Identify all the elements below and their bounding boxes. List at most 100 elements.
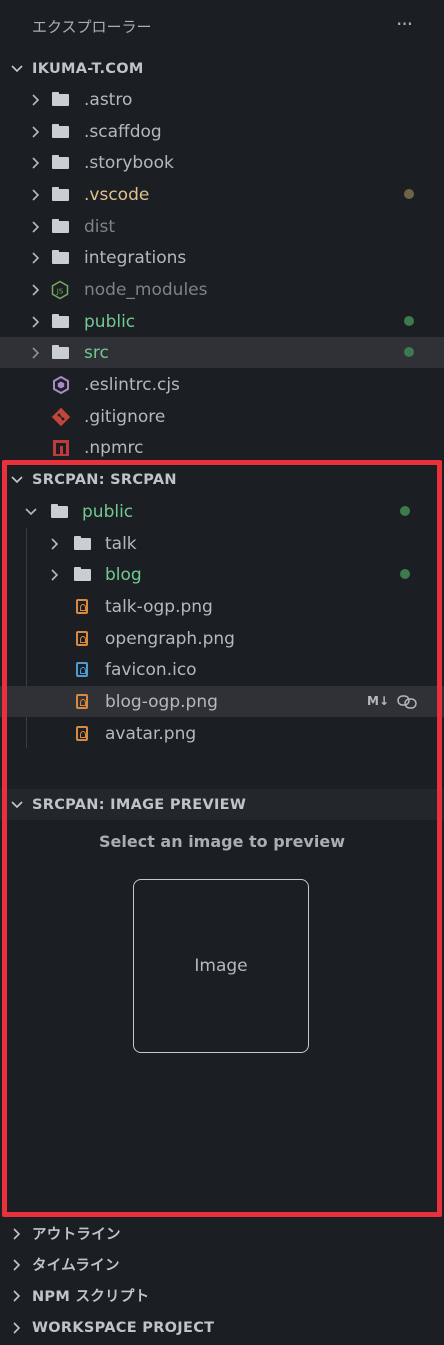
chevron-right-icon [48,537,62,551]
modified-dot-icon [404,189,414,199]
image-preview-header-label: SRCPAN: IMAGE PREVIEW [32,796,247,813]
folder-icon [51,504,68,518]
image-placeholder-label: Image [194,956,248,976]
chevron-right-icon [29,188,43,202]
chevron-right-icon [29,251,43,265]
image-preview-header[interactable]: SRCPAN: IMAGE PREVIEW [0,789,444,820]
modified-dot-icon [404,316,414,326]
tree-item-label: avatar.png [105,723,197,744]
section-npm-scripts[interactable]: NPM スクリプト [0,1280,444,1311]
tree-item-label: node_modules [84,279,208,300]
srcpan-item-talk-ogp[interactable]: talk-ogp.png [0,591,444,622]
tree-item-label: src [84,342,109,363]
folder-icon [52,124,69,138]
srcpan-header-label: SRCPAN: SRCPAN [32,471,177,488]
tree-item-node-modules[interactable]: JS node_modules [0,274,444,305]
section-outline[interactable]: アウトライン [0,1218,444,1249]
chevron-right-icon [29,93,43,107]
tree-item-astro[interactable]: .astro [0,84,444,115]
folder-icon [74,567,91,581]
copy-link-icon[interactable] [396,692,418,717]
tree-item-vscode[interactable]: .vscode [0,179,444,210]
chevron-right-icon [10,1258,24,1272]
section-label: NPM スクリプト [32,1289,150,1305]
tree-item-gitignore[interactable]: .gitignore [0,401,444,432]
folder-icon [52,92,69,106]
chevron-right-icon [29,346,43,360]
tree-item-label: .storybook [84,152,174,173]
chevron-down-icon [10,798,24,812]
folder-icon [52,250,69,264]
image-preview-placeholder: Image [133,879,309,1053]
chevron-down-icon [10,62,24,76]
tree-item-label: dist [84,216,116,237]
image-file-icon [76,726,88,741]
image-preview-prompt: Select an image to preview [99,832,345,851]
chevron-right-icon [29,315,43,329]
tree-item-label: .gitignore [84,406,166,427]
srcpan-item-talk[interactable]: talk [0,528,444,559]
tree-item-label: .npmrc [84,437,144,458]
srcpan-item-blog[interactable]: blog [0,559,444,590]
section-workspace-project[interactable]: WORKSPACE PROJECT [0,1312,444,1343]
tree-item-src[interactable]: src [0,337,444,368]
srcpan-header[interactable]: SRCPAN: SRCPAN [0,464,444,495]
chevron-right-icon [10,1321,24,1335]
image-file-icon [76,662,88,677]
chevron-right-icon [10,1289,24,1303]
markdown-copy-button[interactable]: M↓ [367,694,389,708]
more-actions-button[interactable]: ··· [396,12,413,36]
chevron-right-icon [29,156,43,170]
tree-item-storybook[interactable]: .storybook [0,147,444,178]
folder-icon [52,187,69,201]
section-label: WORKSPACE PROJECT [32,1319,215,1336]
svg-text:JS: JS [56,288,64,296]
tree-item-label: .scaffdog [84,121,162,142]
tree-item-label: public [82,501,134,522]
image-file-icon [76,599,88,614]
tree-item-label: public [84,311,136,332]
explorer-root-header[interactable]: IKUMA-T.COM [0,53,444,84]
explorer-root-label: IKUMA-T.COM [32,60,144,77]
folder-icon [52,155,69,169]
tree-item-public[interactable]: public [0,306,444,337]
section-label: タイムライン [32,1258,120,1274]
folder-icon [52,314,69,328]
srcpan-item-opengraph[interactable]: opengraph.png [0,623,444,654]
tree-item-npmrc[interactable]: .npmrc [0,432,444,463]
image-file-icon [76,631,88,646]
section-label: アウトライン [32,1227,121,1243]
srcpan-item-blog-ogp[interactable]: blog-ogp.png M↓ [0,686,444,717]
image-file-icon [76,694,88,709]
chevron-right-icon [29,125,43,139]
chevron-right-icon [48,568,62,582]
section-timeline[interactable]: タイムライン [0,1249,444,1280]
tree-item-label: opengraph.png [105,628,235,649]
eslint-icon [51,375,71,400]
srcpan-item-avatar[interactable]: avatar.png [0,718,444,749]
srcpan-item-favicon[interactable]: favicon.ico [0,654,444,685]
tree-item-label: favicon.ico [105,659,197,680]
nodejs-icon: JS [50,280,70,305]
folder-icon [52,345,69,359]
tree-item-label: integrations [84,247,187,268]
folder-icon [52,219,69,233]
tree-item-scaffdog[interactable]: .scaffdog [0,116,444,147]
chevron-right-icon [10,1227,24,1241]
modified-dot-icon [404,347,414,357]
tree-item-label: .vscode [84,184,150,205]
srcpan-item-public[interactable]: public [0,496,444,527]
modified-dot-icon [400,506,410,516]
chevron-right-icon [29,220,43,234]
tree-item-label: talk-ogp.png [105,596,213,617]
tree-item-dist[interactable]: dist [0,211,444,242]
tree-item-label: blog-ogp.png [105,691,218,712]
git-icon [51,407,71,432]
tree-item-label: talk [105,533,137,554]
tree-item-integrations[interactable]: integrations [0,242,444,273]
chevron-down-icon [10,473,24,487]
folder-icon [74,536,91,550]
npm-icon [52,439,70,462]
tree-item-eslintrc[interactable]: .eslintrc.cjs [0,369,444,400]
chevron-down-icon [24,505,38,519]
